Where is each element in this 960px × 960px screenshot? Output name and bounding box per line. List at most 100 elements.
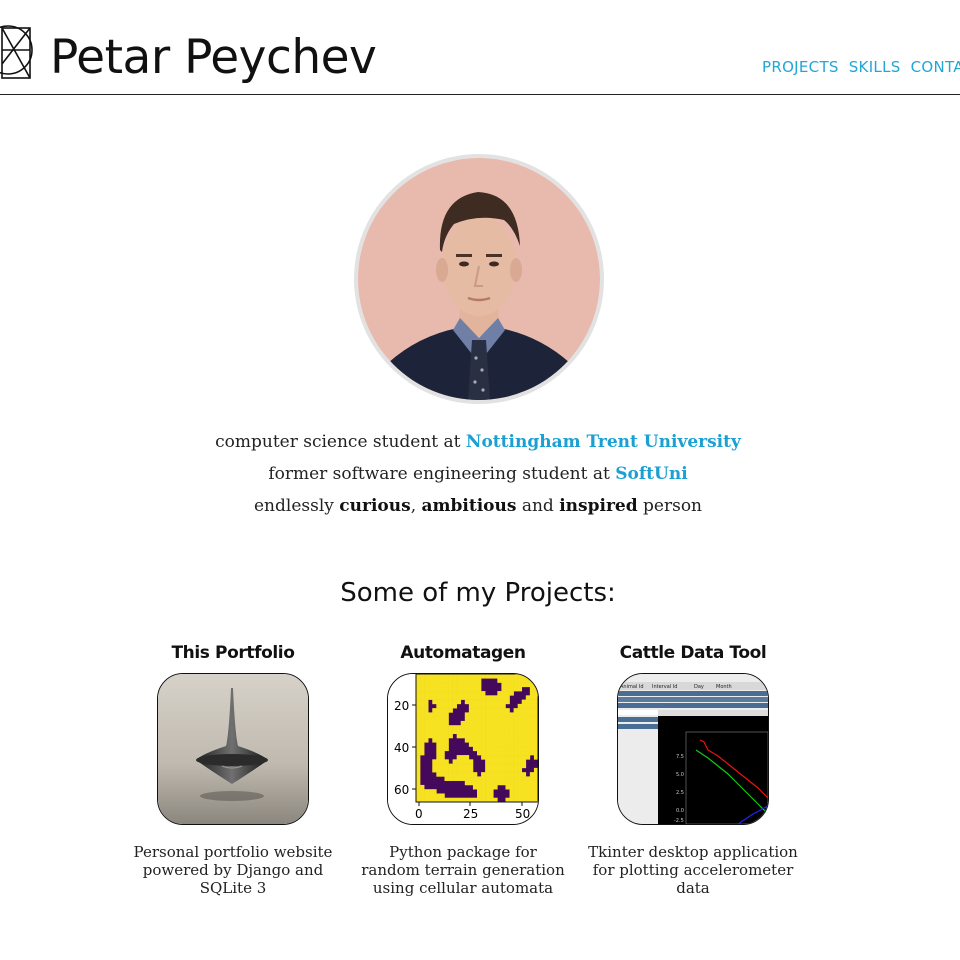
automata-cell [456,733,462,739]
automata-cell [501,742,506,747]
automata-cell [509,682,514,688]
automata-cell [489,767,494,773]
automata-cell [493,750,498,756]
bio-keyword: curious [339,496,411,516]
automata-cell [456,674,462,679]
automata-cell [489,703,494,709]
automata-cell [501,708,506,713]
automata-cell [509,780,514,786]
automata-cell [464,780,470,786]
automata-cell [460,695,466,700]
automata-cell [436,793,441,799]
automata-cell [533,712,538,717]
automata-cell [521,733,527,739]
automata-cell [481,784,486,790]
automata-cell [533,716,538,722]
automata-cell [456,776,462,781]
automata-cell [460,729,466,735]
automata-cell [529,678,535,683]
automata-cell [472,776,478,781]
project-thumbnail[interactable]: 20 40 60 0 25 50 [387,673,539,825]
automata-cell [525,733,531,739]
automata-cell [489,759,494,764]
ntu-link[interactable]: Nottingham Trent University [466,432,741,452]
automata-cell [420,750,425,756]
automata-cell [521,729,527,735]
site-header: Petar Peychev PROJECTS SKILLS CONTACT [0,0,960,95]
automata-cell [513,789,518,794]
automata-cell [497,767,502,773]
automata-cell [436,703,441,709]
automata-cell [513,733,518,739]
automata-cell [485,780,490,786]
project-title[interactable]: This Portfolio [123,641,343,671]
automata-cell [493,763,498,769]
automata-cell [444,682,449,688]
automata-cell [432,738,437,743]
automata-cell [456,763,462,769]
automata-cell [505,750,510,756]
automata-cell [416,793,421,799]
automata-cell [472,695,478,700]
softuni-link[interactable]: SoftUni [615,464,687,484]
project-title[interactable]: Cattle Data Tool [583,641,803,671]
project-thumbnail[interactable]: Animal Id Interval Id Day Month 7.5 5.0 … [617,673,769,825]
automata-cell [505,682,510,688]
automata-cell [509,789,514,794]
nav-contact[interactable]: CONTACT [911,58,960,76]
automata-cell [464,729,470,735]
project-thumbnail[interactable] [157,673,309,825]
automata-cell [416,750,421,756]
automata-cell [440,729,445,735]
automata-cell [501,699,506,705]
automata-cell [501,738,506,743]
automata-cell [468,763,474,769]
automata-cell [485,746,490,752]
automata-cell [489,776,494,781]
automata-cell [452,776,457,781]
automata-cell [464,691,470,696]
bio-text: computer science student at [215,432,466,452]
y-tick-label: 0.0 [676,808,684,814]
automata-cell [525,776,531,781]
automata-cell [448,682,453,688]
automata-cell [529,712,535,717]
automata-cell [521,720,527,726]
automata-cell [464,716,470,722]
automata-cell [521,789,527,794]
automata-cell [477,776,482,781]
automata-cell [460,759,466,764]
logo-icon[interactable] [0,14,36,86]
automata-cell [436,678,441,683]
nav-skills[interactable]: SKILLS [849,58,901,76]
automata-cell [485,703,490,709]
automata-cell [424,733,429,739]
automata-cell [428,729,433,735]
automata-cell [533,708,538,713]
automata-cell [489,695,494,700]
automata-cell [533,733,538,739]
site-title[interactable]: Petar Peychev [50,28,377,88]
automata-cell [525,708,531,713]
automata-cell [428,725,433,730]
automata-cell [489,699,494,705]
automata-cell [517,759,523,764]
bio-text: , [410,496,422,516]
automata-cell [481,725,486,730]
project-title[interactable]: Automatagen [353,641,573,671]
automata-cell [448,678,453,683]
automata-cell [468,733,474,739]
automata-cell [420,716,425,722]
automata-cell [513,780,518,786]
automata-cell [416,682,421,688]
automata-cell [420,674,425,679]
automata-cell [529,674,535,679]
automata-cell [493,712,498,717]
nav-projects[interactable]: PROJECTS [762,58,839,76]
automata-cell [436,755,441,760]
automata-cell [533,793,538,799]
bio-text: and [516,496,560,516]
automata-cell [444,703,449,709]
automata-cell [468,780,474,786]
automata-cell [529,703,535,709]
